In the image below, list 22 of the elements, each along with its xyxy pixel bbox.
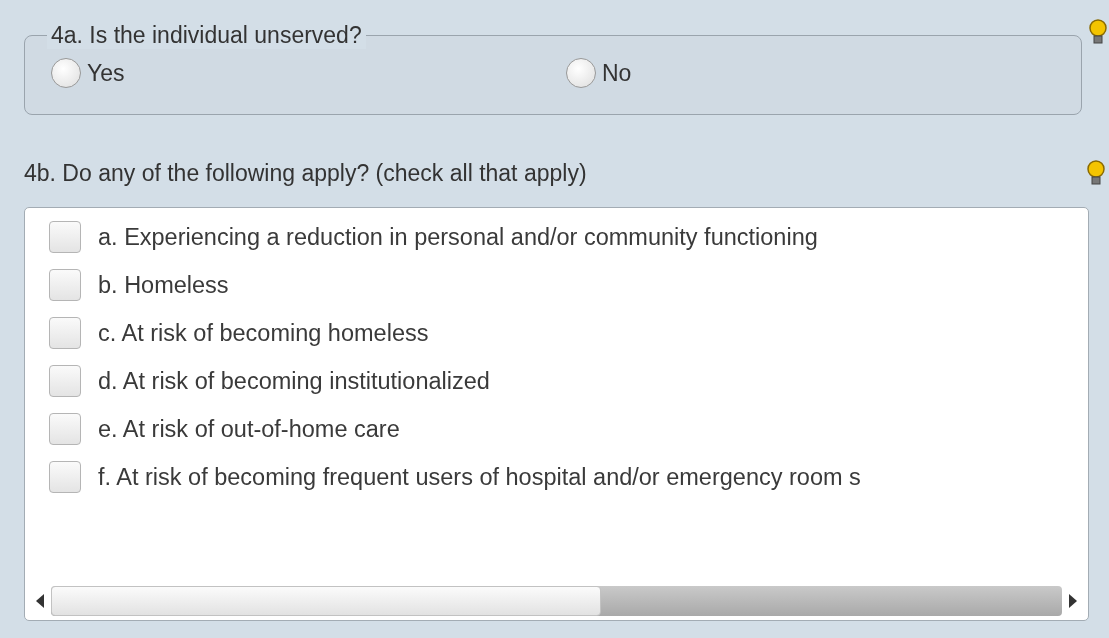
radio-label[interactable]: Yes (87, 59, 125, 87)
scrollbar-thumb[interactable] (51, 586, 601, 616)
checkbox-label[interactable]: d. At risk of becoming institutionalized (98, 367, 490, 395)
checkbox[interactable] (49, 269, 81, 301)
radio-button[interactable] (566, 58, 596, 88)
radio-button[interactable] (51, 58, 81, 88)
scroll-left-icon[interactable] (35, 593, 45, 609)
checkbox-label[interactable]: c. At risk of becoming homeless (98, 319, 429, 347)
checkbox[interactable] (49, 413, 81, 445)
lightbulb-icon[interactable] (1086, 159, 1106, 187)
lightbulb-icon[interactable] (1088, 18, 1108, 46)
radio-label[interactable]: No (602, 59, 632, 87)
checkbox-label[interactable]: b. Homeless (98, 271, 229, 299)
checkbox-label[interactable]: a. Experiencing a reduction in personal and/or community functioning (98, 223, 818, 251)
checkbox-label[interactable]: e. At risk of out-of-home care (98, 415, 400, 443)
checkbox[interactable] (49, 365, 81, 397)
checkbox-label[interactable]: f. At risk of becoming frequent users of hospital and/or emergency room s (98, 463, 861, 491)
question-prompt: 4b. Do any of the following apply? (check all that apply) (24, 159, 587, 187)
scroll-right-icon[interactable] (1068, 593, 1078, 609)
checkbox[interactable] (49, 317, 81, 349)
checkbox[interactable] (49, 461, 81, 493)
checkbox[interactable] (49, 221, 81, 253)
